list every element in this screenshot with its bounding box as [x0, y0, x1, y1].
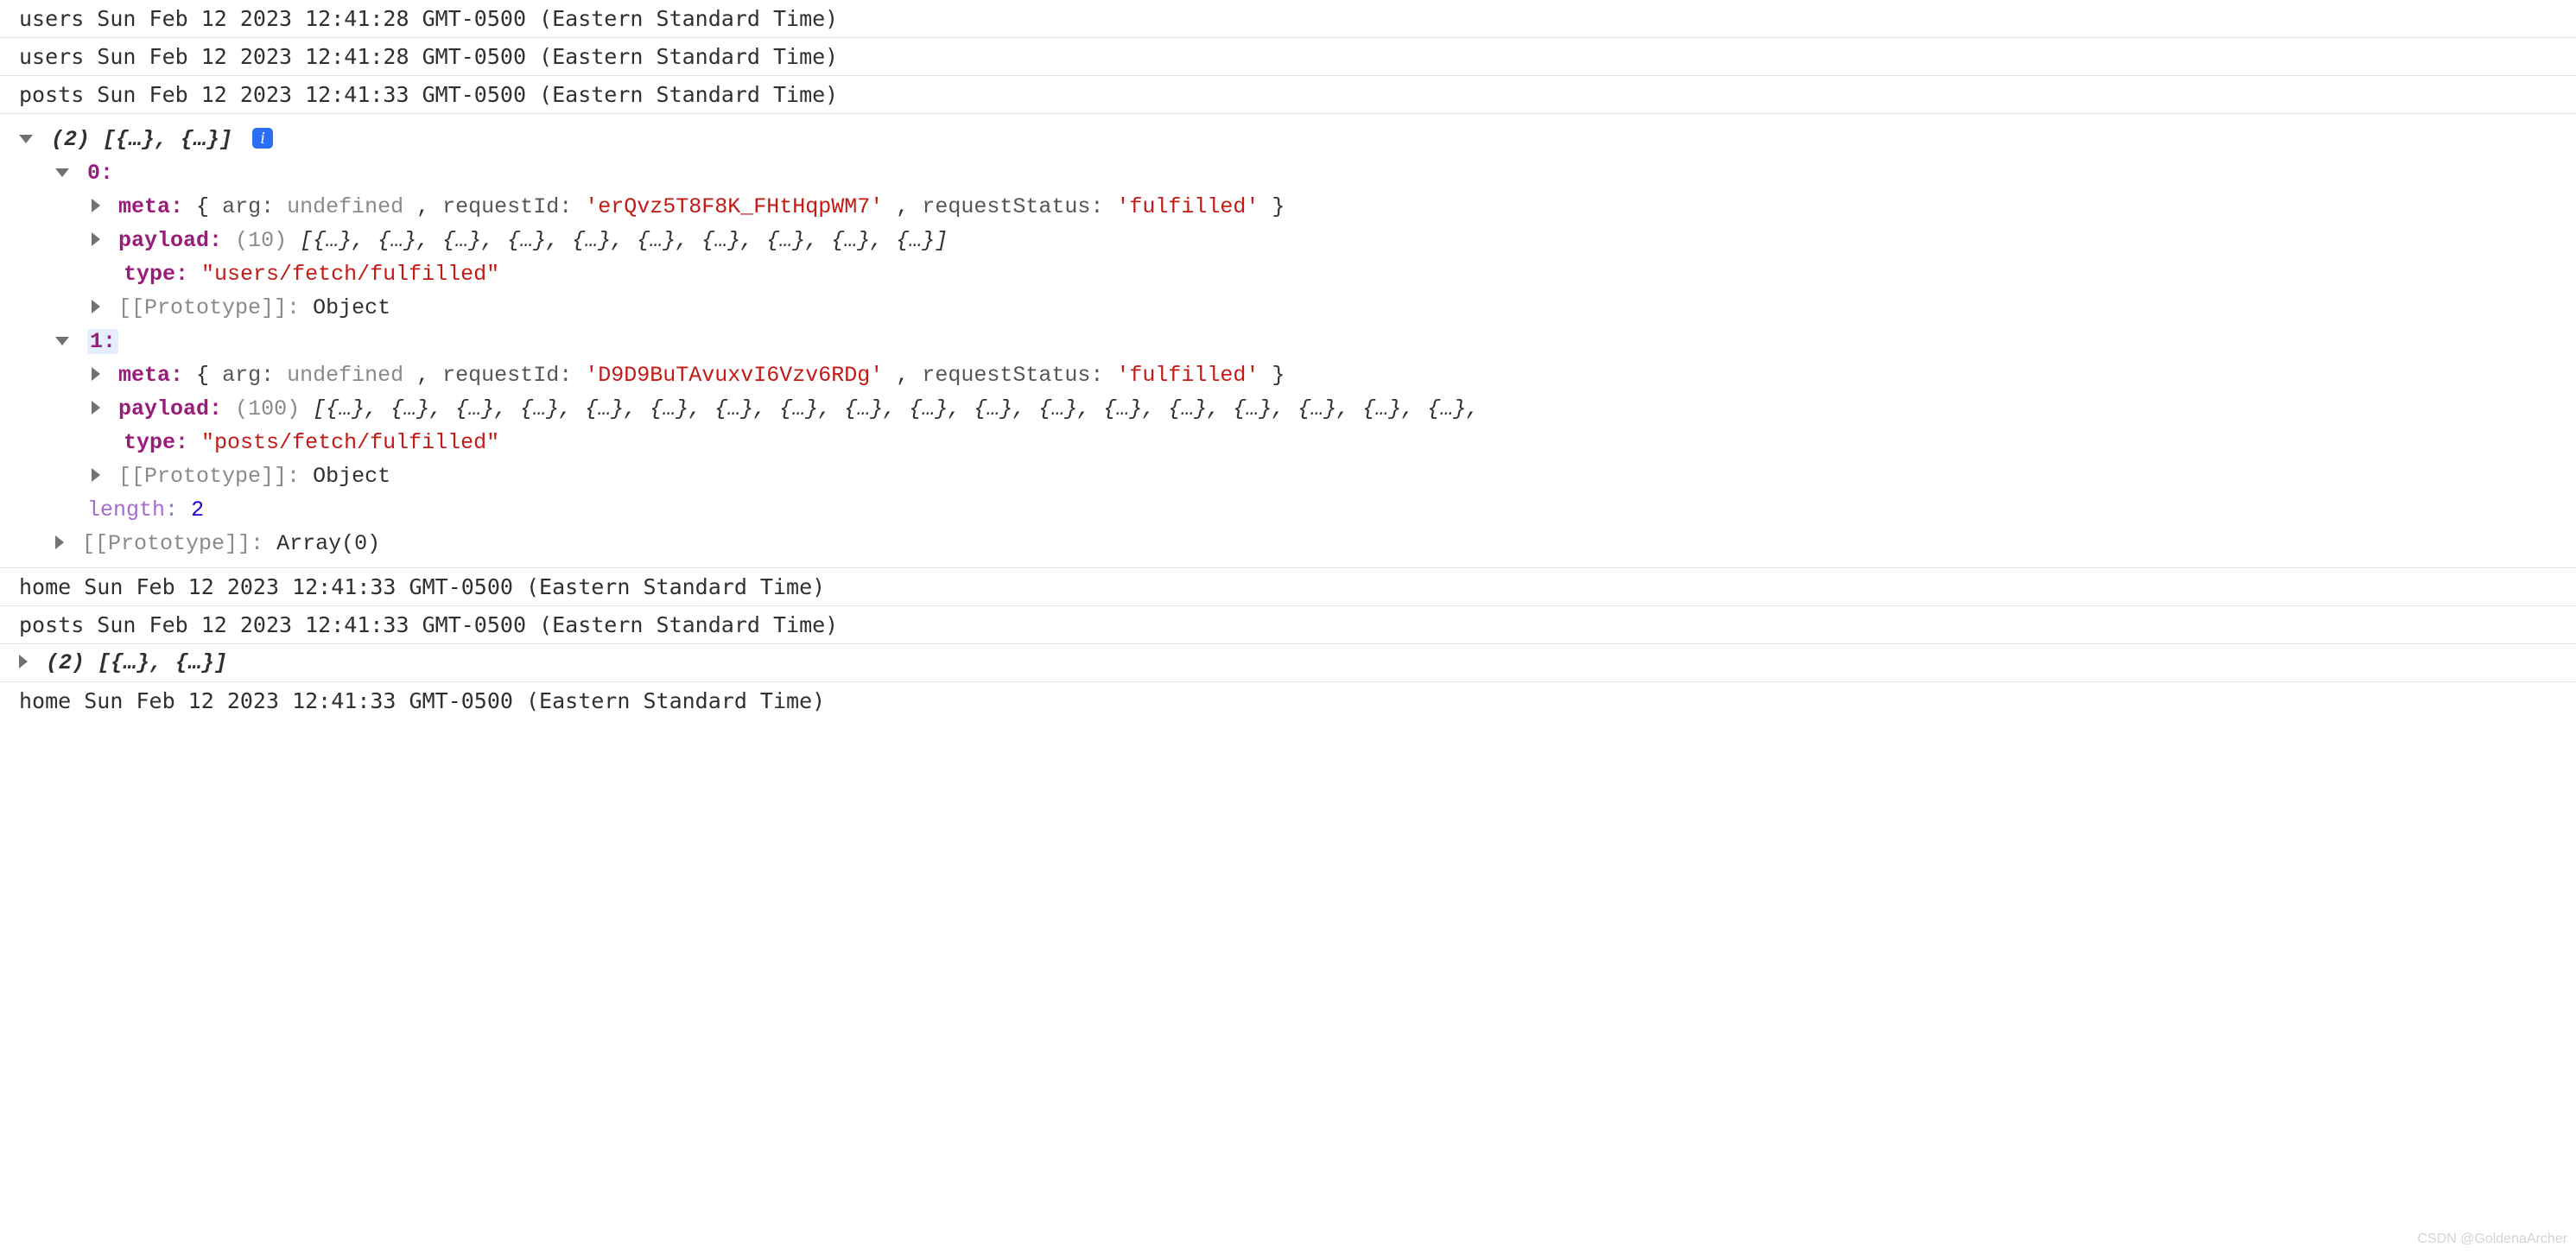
array-preview: [{…}, {…}, {…}, {…}, {…}, {…}, {…}, {…},…: [300, 228, 948, 253]
inline-value: undefined: [287, 194, 403, 219]
inline-key: requestId:: [442, 194, 572, 219]
prototype-row[interactable]: [[Prototype]]: Array(0): [19, 527, 2576, 560]
console-object-collapsed[interactable]: (2) [{…}, {…}]: [0, 644, 2576, 682]
type-row: type: "users/fetch/fulfilled": [19, 257, 2576, 291]
array-summary: (2) [{…}, {…}]: [51, 127, 232, 152]
inline-key: requestStatus:: [922, 194, 1103, 219]
inline-key: arg:: [222, 363, 274, 388]
prototype-row[interactable]: [[Prototype]]: Object: [19, 291, 2576, 325]
payload-row[interactable]: payload: (10) [{…}, {…}, {…}, {…}, {…}, …: [19, 224, 2576, 257]
console-object-expanded: (2) [{…}, {…}] i 0: meta: { arg: undefin…: [0, 114, 2576, 568]
log-line: users Sun Feb 12 2023 12:41:28 GMT-0500 …: [0, 38, 2576, 76]
meta-row[interactable]: meta: { arg: undefined , requestId: 'D9D…: [19, 358, 2576, 392]
inline-value: undefined: [287, 363, 403, 388]
separator: ,: [416, 363, 442, 388]
prototype-value: Object: [313, 295, 390, 320]
inline-key: arg:: [222, 194, 274, 219]
log-line: users Sun Feb 12 2023 12:41:28 GMT-0500 …: [0, 0, 2576, 38]
separator: ,: [896, 194, 922, 219]
string-value: "users/fetch/fulfilled": [201, 262, 499, 287]
array-preview: [{…}, {…}, {…}, {…}, {…}, {…}, {…}, {…},…: [313, 396, 1479, 421]
info-icon[interactable]: i: [252, 128, 273, 149]
separator: ,: [416, 194, 442, 219]
brace-close: }: [1272, 194, 1285, 219]
prototype-label: [[Prototype]]:: [118, 464, 300, 489]
inline-value: 'fulfilled': [1116, 363, 1259, 388]
log-line: posts Sun Feb 12 2023 12:41:33 GMT-0500 …: [0, 606, 2576, 644]
property-key: type:: [124, 262, 188, 287]
chevron-down-icon[interactable]: [19, 135, 33, 143]
inline-key: requestId:: [442, 363, 572, 388]
array-summary-row[interactable]: (2) [{…}, {…}] i: [19, 123, 2576, 156]
property-key: payload:: [118, 228, 222, 253]
meta-row[interactable]: meta: { arg: undefined , requestId: 'erQ…: [19, 190, 2576, 224]
chevron-right-icon[interactable]: [92, 468, 100, 482]
chevron-right-icon[interactable]: [55, 535, 64, 549]
chevron-down-icon[interactable]: [55, 168, 69, 177]
brace-open: {: [196, 363, 209, 388]
length-key: length:: [87, 497, 178, 522]
chevron-right-icon[interactable]: [92, 199, 100, 212]
inline-key: requestStatus:: [922, 363, 1103, 388]
property-key: meta:: [118, 194, 183, 219]
chevron-down-icon[interactable]: [55, 337, 69, 345]
log-line: home Sun Feb 12 2023 12:41:33 GMT-0500 (…: [0, 682, 2576, 719]
length-row: length: 2: [19, 493, 2576, 527]
log-line: home Sun Feb 12 2023 12:41:33 GMT-0500 (…: [0, 568, 2576, 606]
prototype-value: Array(0): [276, 531, 380, 556]
array-count: (10): [235, 228, 287, 253]
array-index-row[interactable]: 1:: [19, 325, 2576, 358]
array-summary: (2) [{…}, {…}]: [46, 650, 227, 675]
chevron-right-icon[interactable]: [92, 401, 100, 415]
brace-close: }: [1272, 363, 1285, 388]
prototype-label: [[Prototype]]:: [118, 295, 300, 320]
string-value: "posts/fetch/fulfilled": [201, 430, 499, 455]
index-key: 0:: [87, 161, 113, 186]
payload-row[interactable]: payload: (100) [{…}, {…}, {…}, {…}, {…},…: [19, 392, 2576, 426]
property-key: meta:: [118, 363, 183, 388]
property-key: payload:: [118, 396, 222, 421]
inline-value: 'erQvz5T8F8K_FHtHqpWM7': [585, 194, 883, 219]
chevron-right-icon[interactable]: [92, 367, 100, 381]
index-key: 1:: [87, 329, 118, 354]
separator: ,: [896, 363, 922, 388]
property-key: type:: [124, 430, 188, 455]
prototype-row[interactable]: [[Prototype]]: Object: [19, 459, 2576, 493]
inline-value: 'D9D9BuTAvuxvI6Vzv6RDg': [585, 363, 883, 388]
array-count: (100): [235, 396, 300, 421]
brace-open: {: [196, 194, 209, 219]
length-value: 2: [191, 497, 204, 522]
prototype-label: [[Prototype]]:: [82, 531, 263, 556]
type-row: type: "posts/fetch/fulfilled": [19, 426, 2576, 459]
watermark: CSDN @GoldenaArcher: [2417, 1230, 2567, 1249]
chevron-right-icon[interactable]: [92, 300, 100, 314]
log-line: posts Sun Feb 12 2023 12:41:33 GMT-0500 …: [0, 76, 2576, 114]
array-index-row[interactable]: 0:: [19, 156, 2576, 190]
chevron-right-icon[interactable]: [92, 232, 100, 246]
chevron-right-icon[interactable]: [19, 655, 28, 668]
inline-value: 'fulfilled': [1116, 194, 1259, 219]
prototype-value: Object: [313, 464, 390, 489]
